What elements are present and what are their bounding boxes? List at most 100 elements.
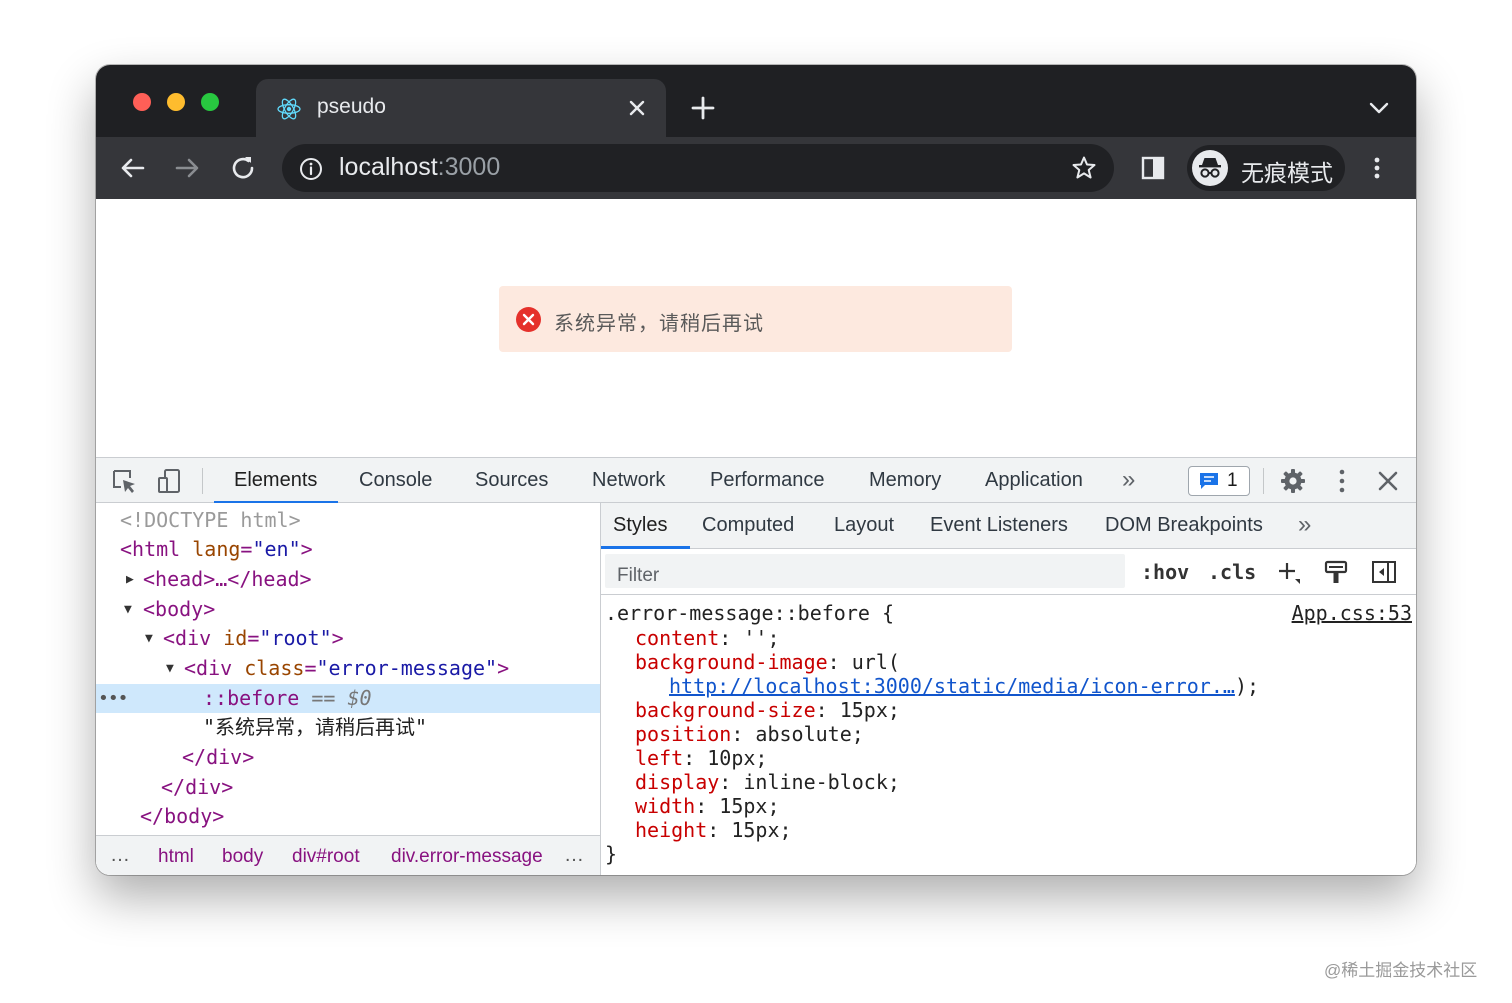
hov-toggle[interactable]: :hov <box>1141 560 1189 584</box>
chevron-down-icon[interactable] <box>1366 97 1392 119</box>
dom-node-div-root-close[interactable]: </div> <box>96 773 600 802</box>
css-closing-brace: } <box>605 842 618 866</box>
dom-node-body-close[interactable]: </body> <box>96 802 600 831</box>
tab-application[interactable]: Application <box>985 469 1083 492</box>
css-declaration-content[interactable]: content: ''; <box>635 626 780 650</box>
issues-badge[interactable]: 1 <box>1188 466 1250 496</box>
css-declaration-background-image[interactable]: background-image: url( <box>635 650 900 674</box>
minimize-window-button[interactable] <box>167 93 185 111</box>
more-tabs-icon[interactable]: » <box>1122 466 1135 494</box>
tab-dom-breakpoints[interactable]: DOM Breakpoints <box>1105 514 1263 537</box>
text-node-content: "系统异常，请稍后再试" <box>203 715 428 739</box>
div-close-tag: </div> <box>161 775 234 799</box>
dom-node-head[interactable]: ▶ <head>…</head> <box>96 565 600 594</box>
toolbar-divider <box>1263 468 1264 494</box>
css-declaration-background-size[interactable]: background-size: 15px; <box>635 698 900 722</box>
forward-arrow-icon[interactable] <box>172 153 202 183</box>
doctype-text: <!DOCTYPE html> <box>120 508 301 532</box>
div-root-tag: <div id="root"> <box>163 626 344 650</box>
styles-sidebar: Styles Computed Layout Event Listeners D… <box>601 503 1416 875</box>
tab-console[interactable]: Console <box>359 469 432 492</box>
dom-node-div-error-close[interactable]: </div> <box>96 743 600 772</box>
filter-input[interactable]: Filter <box>605 554 1125 588</box>
react-logo-icon <box>277 98 301 120</box>
gear-icon[interactable] <box>1279 467 1307 495</box>
tab-event-listeners[interactable]: Event Listeners <box>930 514 1068 537</box>
breadcrumb-div-root[interactable]: div#root <box>292 846 360 868</box>
expand-triangle-icon[interactable]: ▶ <box>126 565 134 594</box>
breadcrumb-body[interactable]: body <box>222 846 263 868</box>
new-style-rule-icon[interactable] <box>1275 559 1301 585</box>
incognito-label: 无痕模式 <box>1241 160 1333 186</box>
more-menu-icon[interactable] <box>1364 155 1390 181</box>
css-url-link[interactable]: http://localhost:3000/static/media/icon-… <box>669 674 1235 698</box>
dom-text-node[interactable]: "系统异常，请稍后再试" <box>96 713 600 742</box>
device-toolbar-icon[interactable] <box>156 467 184 495</box>
breadcrumb-scroll-left[interactable]: … <box>110 844 130 867</box>
bookmark-star-icon[interactable] <box>1070 154 1098 182</box>
error-icon <box>516 307 541 332</box>
inspect-element-icon[interactable] <box>110 467 138 495</box>
side-panel-icon[interactable] <box>1140 155 1166 181</box>
reload-icon[interactable] <box>228 153 258 183</box>
css-declaration-height[interactable]: height: 15px; <box>635 818 792 842</box>
tab-performance[interactable]: Performance <box>710 469 825 492</box>
dom-node-body[interactable]: ▼ <body> <box>96 595 600 624</box>
breadcrumb-div-error-message[interactable]: div.error-message <box>391 846 551 868</box>
collapse-triangle-icon[interactable]: ▼ <box>166 654 174 683</box>
url-text: localhost:3000 <box>339 153 501 181</box>
paint-brush-icon[interactable] <box>1323 559 1349 585</box>
elements-tree: <!DOCTYPE html> <html lang="en"> ▶ <head… <box>96 503 600 875</box>
browser-tab[interactable]: pseudo <box>256 79 666 137</box>
pseudo-element: ::before == $0 <box>203 686 372 710</box>
issues-count: 1 <box>1227 470 1238 491</box>
dom-node-doctype[interactable]: <!DOCTYPE html> <box>96 506 600 535</box>
css-declaration-display[interactable]: display: inline-block; <box>635 770 900 794</box>
toolbar-divider <box>202 468 203 494</box>
source-link[interactable]: App.css:53 <box>1292 601 1412 625</box>
title-bar: pseudo <box>96 65 1416 137</box>
dom-node-html[interactable]: <html lang="en"> <box>96 535 600 564</box>
css-declaration-width[interactable]: width: 15px; <box>635 794 780 818</box>
close-devtools-icon[interactable] <box>1374 467 1402 495</box>
info-icon[interactable] <box>298 156 324 182</box>
body-tag: <body> <box>143 597 216 621</box>
maximize-window-button[interactable] <box>201 93 219 111</box>
dom-node-div-error[interactable]: ▼ <div class="error-message"> <box>96 654 600 683</box>
tab-computed[interactable]: Computed <box>702 514 794 537</box>
div-close-tag: </div> <box>182 745 255 769</box>
message-icon <box>1200 473 1218 489</box>
new-tab-icon[interactable] <box>688 93 718 123</box>
tab-memory[interactable]: Memory <box>869 469 941 492</box>
close-tab-icon[interactable] <box>624 95 650 121</box>
incognito-indicator[interactable]: 无痕模式 <box>1187 145 1345 191</box>
dom-node-pseudo-before[interactable]: ••• ::before == $0 <box>96 684 600 713</box>
css-declaration-position[interactable]: position: absolute; <box>635 722 864 746</box>
address-bar[interactable]: localhost:3000 <box>282 144 1114 192</box>
tab-network[interactable]: Network <box>592 469 665 492</box>
css-declaration-left[interactable]: left: 10px; <box>635 746 767 770</box>
cls-toggle[interactable]: .cls <box>1208 560 1256 584</box>
tab-elements[interactable]: Elements <box>234 469 317 492</box>
css-selector[interactable]: .error-message::before { <box>605 601 894 625</box>
devtools-panel: Elements Console Sources Network Perform… <box>96 457 1416 875</box>
tab-layout[interactable]: Layout <box>834 514 894 537</box>
collapse-triangle-icon[interactable]: ▼ <box>145 624 153 653</box>
more-tabs-icon[interactable]: » <box>1298 511 1311 539</box>
css-url-line: http://localhost:3000/static/media/icon-… <box>669 674 1260 698</box>
toggle-sidebar-icon[interactable] <box>1371 559 1397 585</box>
collapse-triangle-icon[interactable]: ▼ <box>124 595 132 624</box>
browser-toolbar: localhost:3000 无痕模式 <box>96 137 1416 199</box>
styles-tab-bar: Styles Computed Layout Event Listeners D… <box>601 503 1416 549</box>
filter-placeholder: Filter <box>617 565 660 586</box>
breadcrumb-scroll-right[interactable]: … <box>564 844 584 867</box>
tab-styles[interactable]: Styles <box>613 514 667 537</box>
dom-node-div-root[interactable]: ▼ <div id="root"> <box>96 624 600 653</box>
back-arrow-icon[interactable] <box>118 153 148 183</box>
tab-sources[interactable]: Sources <box>475 469 548 492</box>
close-window-button[interactable] <box>133 93 151 111</box>
breadcrumb-html[interactable]: html <box>158 846 194 868</box>
node-actions-dots[interactable]: ••• <box>98 684 128 713</box>
more-options-icon[interactable] <box>1328 467 1356 495</box>
incognito-icon <box>1192 150 1228 186</box>
